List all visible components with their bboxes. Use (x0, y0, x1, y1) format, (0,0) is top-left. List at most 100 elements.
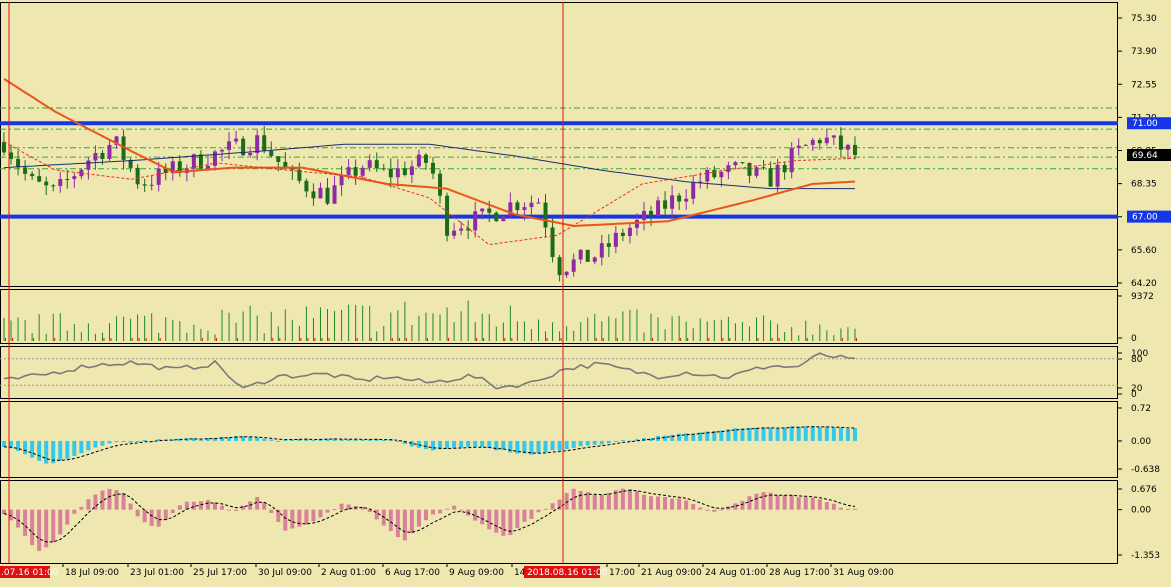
macd-histogram-bar (620, 439, 625, 441)
osma-histogram-bar (234, 509, 239, 511)
osma-histogram-bar (740, 500, 745, 510)
candle-body (409, 166, 414, 176)
osma-histogram-bar (684, 500, 689, 510)
osma-histogram-bar (156, 509, 161, 527)
time-axis-label: 28 Aug 17:00 (769, 568, 830, 578)
osma-histogram-bar (810, 497, 815, 510)
candle-body (831, 135, 836, 138)
osma-histogram-bar (311, 509, 316, 522)
price-tick-label: 75.30 (1131, 14, 1157, 24)
macd-histogram-bar (606, 440, 611, 444)
macd-histogram-bar (220, 436, 225, 441)
candle-body (824, 137, 829, 144)
candle-body (550, 227, 555, 258)
candle-body (754, 167, 759, 176)
osma-histogram-bar (325, 509, 330, 513)
time-axis-label: 6 Aug 17:00 (385, 568, 440, 578)
macd-histogram-bar (198, 439, 203, 441)
osma-histogram-bar (663, 497, 668, 510)
candle-body (269, 150, 274, 157)
candle-body (65, 179, 70, 181)
osma-histogram-bar (149, 509, 154, 526)
macd-histogram-bar (852, 428, 857, 441)
canvas-background (0, 0, 1171, 587)
macd-histogram-bar (796, 426, 801, 441)
osma-histogram-bar (831, 503, 836, 510)
macd-histogram-bar (255, 437, 260, 441)
osma-histogram-bar (304, 509, 309, 525)
osma-histogram-bar (416, 509, 421, 527)
candle-body (494, 212, 499, 222)
macd-histogram-bar (142, 439, 147, 441)
candle-body (283, 161, 288, 168)
candle-body (852, 144, 857, 155)
macd-tick-label: -0.638 (1131, 465, 1160, 475)
osma-histogram-bar (297, 509, 302, 527)
candle-body (304, 180, 309, 192)
macd-histogram-bar (578, 440, 583, 447)
macd-histogram-bar (452, 440, 457, 448)
candle-body (135, 167, 140, 185)
macd-histogram-bar (747, 428, 752, 441)
osma-histogram-bar (37, 509, 42, 551)
candle-body (705, 169, 710, 182)
candle-body (416, 154, 421, 167)
macd-histogram-bar (459, 440, 464, 448)
osma-histogram-bar (550, 503, 555, 510)
macd-tick-label: 0.00 (1131, 437, 1151, 447)
osma-histogram-bar (501, 509, 506, 536)
osma-histogram-bar (177, 505, 182, 510)
osma-histogram-bar (782, 495, 787, 510)
osma-histogram-bar (592, 494, 597, 510)
candle-body (585, 249, 590, 262)
candle-body (248, 153, 253, 156)
osma-histogram-bar (16, 509, 21, 528)
macd-histogram-bar (100, 440, 105, 446)
candle-body (592, 257, 597, 262)
macd-histogram-bar (550, 440, 555, 451)
candle-body (100, 152, 105, 159)
osma-histogram-bar (205, 500, 210, 510)
macd-histogram-bar (107, 440, 112, 444)
macd-histogram-bar (663, 435, 668, 441)
osma-histogram-bar (191, 501, 196, 510)
osma-tick-label: -1.353 (1131, 551, 1160, 561)
candle-body (93, 152, 98, 161)
macd-histogram-bar (128, 440, 133, 443)
osma-histogram-bar (796, 497, 801, 510)
candle-body (332, 185, 337, 204)
candle-body (423, 154, 428, 163)
macd-histogram-bar (431, 440, 435, 451)
candle-body (262, 135, 267, 151)
macd-histogram-bar (58, 440, 63, 461)
candle-body (72, 176, 77, 180)
candle-body (768, 168, 773, 187)
osma-histogram-bar (817, 499, 822, 510)
osma-tick-label: 0.676 (1131, 485, 1157, 495)
price-tick-label: 68.35 (1131, 180, 1157, 190)
osma-histogram-bar (227, 509, 232, 511)
osma-histogram-bar (388, 509, 393, 531)
macd-histogram-bar (473, 440, 478, 447)
macd-histogram-bar (543, 440, 548, 453)
candle-body (431, 162, 435, 174)
candle-body (142, 184, 147, 186)
macd-histogram-bar (2, 440, 6, 448)
osma-histogram-bar (58, 509, 63, 535)
candle-body (571, 259, 576, 272)
macd-histogram-bar (803, 426, 808, 441)
osma-histogram-bar (571, 488, 576, 510)
candle-body (44, 181, 49, 186)
osma-histogram-bar (318, 509, 323, 518)
osma-histogram-bar (599, 495, 604, 510)
macd-histogram-bar (564, 440, 569, 450)
macd-histogram-bar (381, 440, 386, 442)
candle-body (395, 168, 400, 178)
candle-body (641, 210, 646, 220)
osma-histogram-bar (269, 509, 274, 513)
candle-body (719, 172, 724, 178)
candle-body (30, 173, 35, 177)
osma-histogram-bar (852, 508, 857, 510)
price-tick-label: 73.90 (1131, 47, 1157, 57)
macd-histogram-bar (114, 440, 119, 443)
